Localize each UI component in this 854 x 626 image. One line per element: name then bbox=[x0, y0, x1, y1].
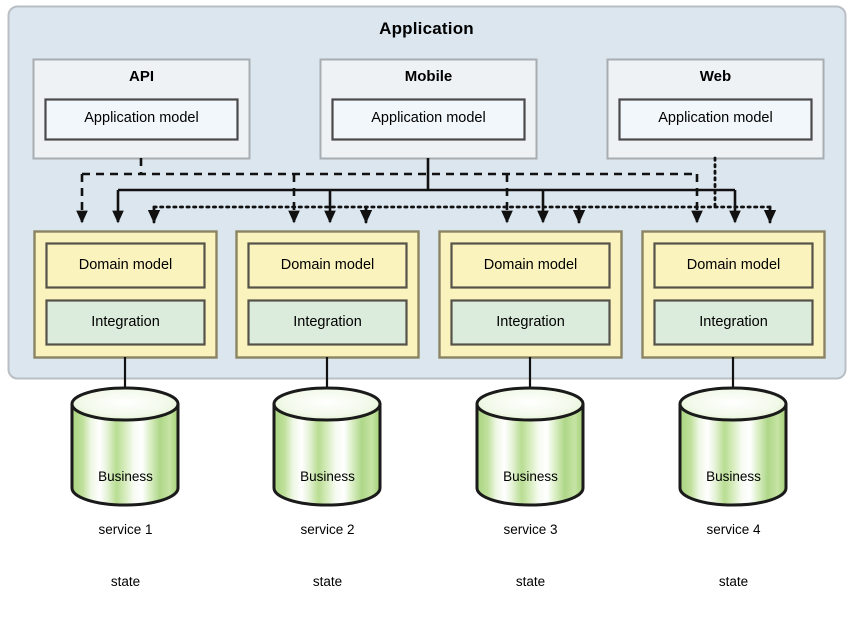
datastore-label-3-line2: service 3 bbox=[503, 521, 558, 537]
datastore-cylinder-4[interactable] bbox=[678, 386, 788, 507]
datastore-label-1-line2: service 1 bbox=[98, 521, 153, 537]
application-model-box-web bbox=[618, 98, 813, 141]
domain-model-box-1 bbox=[45, 242, 206, 289]
datastore-cylinder-1[interactable] bbox=[70, 386, 180, 507]
application-model-box-api bbox=[44, 98, 239, 141]
datastore-label-2-line2: service 2 bbox=[300, 521, 355, 537]
datastore-label-2-line3: state bbox=[312, 574, 343, 590]
datastore-cylinder-2[interactable] bbox=[272, 386, 382, 507]
diagram-shapes-layer bbox=[7, 5, 847, 507]
application-model-box-mobile bbox=[331, 98, 526, 141]
channel-box-mobile[interactable] bbox=[319, 58, 538, 160]
service-box-1[interactable] bbox=[33, 230, 218, 359]
integration-box-3 bbox=[450, 299, 611, 346]
service-box-3[interactable] bbox=[438, 230, 623, 359]
service-box-4[interactable] bbox=[641, 230, 826, 359]
datastore-label-4-line3: state bbox=[718, 574, 749, 590]
channel-box-api[interactable] bbox=[32, 58, 251, 160]
datastore-label-1-line3: state bbox=[110, 574, 141, 590]
datastore-cylinder-3[interactable] bbox=[475, 386, 585, 507]
domain-model-box-3 bbox=[450, 242, 611, 289]
domain-model-box-4 bbox=[653, 242, 814, 289]
architecture-diagram: Application API Mobile Web Application m… bbox=[0, 0, 854, 589]
domain-model-box-2 bbox=[247, 242, 408, 289]
integration-box-1 bbox=[45, 299, 206, 346]
service-box-2[interactable] bbox=[235, 230, 420, 359]
datastore-label-3-line3: state bbox=[515, 574, 546, 590]
integration-box-2 bbox=[247, 299, 408, 346]
datastore-label-4-line2: service 4 bbox=[706, 521, 761, 537]
channel-box-web[interactable] bbox=[606, 58, 825, 160]
integration-box-4 bbox=[653, 299, 814, 346]
